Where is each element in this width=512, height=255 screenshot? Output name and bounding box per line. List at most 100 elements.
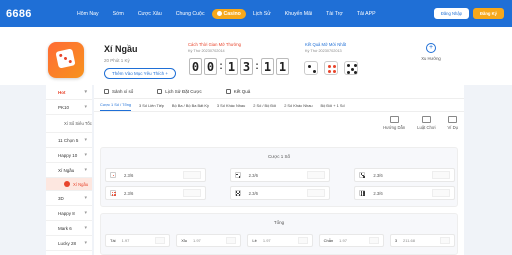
sidebar-item-label: Hot	[58, 89, 66, 95]
guide-label: Hướng Dẫn	[383, 125, 406, 130]
nav-parlay[interactable]: Cược Xâu	[131, 11, 169, 17]
rules-label: Luật Chơi	[417, 125, 436, 130]
bet-amount-input[interactable]	[226, 237, 237, 244]
bet-amount-input[interactable]	[182, 171, 201, 179]
bet-option[interactable]: 2.3/6	[354, 168, 455, 182]
sidebar-item-dice[interactable]: Xí Ngầu	[46, 178, 92, 191]
register-button[interactable]: Đăng Ký	[473, 8, 504, 19]
die-four-icon	[110, 190, 116, 196]
chevron-down-icon: ▾	[84, 152, 87, 158]
bet-amount-input[interactable]	[307, 171, 326, 179]
bet-label: Chẵn	[323, 238, 334, 243]
game-frequency: 20 Phút 1 Kỳ	[104, 58, 130, 63]
total-panel: Tổng Tài 1.97 Xỉu 1.97 Lẻ 1.97 Chẵn 1.97 3 21…	[100, 213, 458, 255]
bet-amount-input[interactable]	[431, 171, 450, 179]
bet-option[interactable]: 2.3/6	[105, 186, 206, 200]
bet-amount-input[interactable]	[440, 237, 451, 244]
bet-amount-input[interactable]	[307, 189, 326, 197]
bet-odds: 2.3/6	[373, 190, 383, 196]
sidebar-item-pk10[interactable]: PK10 ▾	[46, 100, 92, 115]
tab-three-consecutive[interactable]: 3 Số Liên Tiếp	[139, 103, 164, 111]
sidebar-item-11-choose-5[interactable]: 11 Chọn 5 ▾	[46, 133, 92, 148]
nav-early[interactable]: Sớm	[106, 11, 131, 17]
bet-type-tabs: Cược 1 Số / Tổng 3 Số Liên Tiếp Bộ Ba / …	[94, 100, 464, 112]
trend-button[interactable]: + Xu Hướng	[420, 43, 442, 61]
results-button[interactable]: Kết Quả	[225, 89, 251, 94]
latest-result-round: Kỳ Thứ 20230702013	[305, 49, 342, 53]
tab-two-different[interactable]: 2 Số Khác Nhau	[284, 103, 312, 111]
bet-option[interactable]: 2.3/6	[229, 186, 331, 200]
top-navigation-bar: 6686 Hôm Nay Sớm Cược Xâu Chung Cuộc Cas…	[0, 0, 512, 27]
countdown-digit: 1	[276, 58, 289, 75]
lottery-lobby-button[interactable]: Sảnh xí sổ	[104, 89, 133, 94]
bet-option[interactable]: 2.3/6	[229, 168, 331, 182]
single-number-panel: Cược 1 Số 2.3/6 2.3/6 2.3/6 2.3/6 2.3/6 …	[100, 147, 458, 207]
rules-button[interactable]: Luật Chơi	[417, 116, 436, 130]
action-label: Sảnh xí sổ	[112, 89, 134, 94]
tab-three-different[interactable]: 3 Số Khác Nhau	[217, 103, 245, 111]
bet-option[interactable]: Tài 1.97	[105, 234, 171, 247]
latest-result-dice	[304, 61, 358, 75]
countdown-round: Kỳ Thứ 20230702014	[188, 49, 225, 53]
bet-amount-input[interactable]	[297, 237, 308, 244]
sidebar-item-mark-6[interactable]: Mark 6 ▾	[46, 221, 92, 236]
sidebar-item-lucky-28[interactable]: Lucky 28 ▾	[46, 236, 92, 251]
chevron-down-icon: ▾	[84, 210, 87, 216]
bet-odds: 2.3/6	[373, 172, 383, 178]
nav-outright[interactable]: Chung Cuộc	[169, 11, 212, 17]
nav-download-app[interactable]: Tải APP	[350, 11, 383, 17]
nav-sponsor[interactable]: Tài Trợ	[319, 11, 350, 17]
help-links: Hướng Dẫn Luật Chơi Ví Dụ	[383, 116, 458, 130]
tab-single-total[interactable]: Cược 1 Số / Tổng	[100, 102, 132, 111]
bet-history-button[interactable]: Lịch Sử Đặt Cược	[157, 89, 202, 94]
example-button[interactable]: Ví Dụ	[448, 116, 458, 130]
tab-pair-plus-one[interactable]: Bộ Đôi + 1 Số	[321, 103, 345, 111]
chevron-down-icon: ▾	[84, 137, 87, 143]
bet-option[interactable]: 3 211.68	[389, 234, 456, 247]
site-logo[interactable]: 6686	[0, 8, 70, 20]
sidebar-item-dice-group[interactable]: Xí Ngầu ▾	[46, 163, 92, 178]
single-number-bets: 2.3/6 2.3/6 2.3/6 2.3/6 2.3/6 2.3/6	[105, 168, 455, 200]
bet-option[interactable]: Xỉu 1.97	[176, 234, 242, 247]
action-label: Lịch Sử Đặt Cược	[165, 89, 202, 94]
sidebar-item-speed-lottery[interactable]: Xí Sổ Siêu Tốc	[46, 115, 92, 133]
nav-today[interactable]: Hôm Nay	[70, 11, 106, 17]
sidebar-item-label: 3D	[58, 195, 64, 201]
bet-amount-input[interactable]	[368, 237, 379, 244]
bet-option[interactable]: Lẻ 1.97	[247, 234, 313, 247]
nav-promotions[interactable]: Khuyến Mãi	[278, 11, 319, 17]
sidebar-item-label: 11 Chọn 5	[58, 137, 79, 143]
guide-button[interactable]: Hướng Dẫn	[383, 116, 405, 130]
nav-casino-label: Casino	[223, 10, 241, 17]
game-sidebar: Hot ▾ PK10 ▾ Xí Sổ Siêu Tốc 11 Chọn 5 ▾ Hap…	[46, 85, 92, 255]
chevron-down-icon: ▾	[84, 195, 87, 201]
sidebar-item-happy-10[interactable]: Happy 10 ▾	[46, 148, 92, 163]
sidebar-item-3d[interactable]: 3D ▾	[46, 191, 92, 206]
bet-amount-input[interactable]	[182, 189, 201, 197]
example-label: Ví Dụ	[447, 125, 458, 130]
nav-history[interactable]: Lịch Sử	[246, 11, 278, 17]
sidebar-item-happy-8[interactable]: Happy 8 ▾	[46, 206, 92, 221]
sidebar-item-label: Xí Ngầu	[58, 167, 75, 173]
bet-option[interactable]: Chẵn 1.97	[318, 234, 384, 247]
rules-icon	[421, 116, 431, 123]
panel-title: Tổng	[273, 220, 285, 225]
sidebar-item-hot[interactable]: Hot ▾	[46, 85, 92, 100]
bet-option[interactable]: 2.3/6	[354, 186, 455, 200]
die-two-icon	[234, 172, 241, 178]
bet-option[interactable]: 2.3/6	[105, 168, 206, 182]
bet-amount-input[interactable]	[431, 189, 450, 197]
bet-odds: 2.3/6	[248, 190, 258, 196]
countdown-digit: 3	[240, 58, 253, 75]
tab-pair[interactable]: 2 Số / Bộ Đôi	[253, 103, 276, 111]
action-row: Sảnh xí sổ Lịch Sử Đặt Cược Kết Quả	[94, 85, 464, 99]
add-favorite-button[interactable]: Thêm Vào Mục Yêu Thích +	[104, 68, 176, 79]
nav-casino[interactable]: Casino	[211, 8, 246, 19]
bet-label: 3	[394, 238, 398, 243]
tab-triple[interactable]: Bộ Ba / Bộ Ba Bất Kỳ	[172, 103, 209, 111]
login-button[interactable]: Đăng Nhập	[433, 8, 469, 19]
action-label: Kết Quả	[233, 89, 251, 94]
lobby-icon	[104, 89, 109, 94]
bet-amount-input[interactable]	[155, 237, 166, 244]
game-title: Xí Ngầu	[104, 44, 138, 54]
